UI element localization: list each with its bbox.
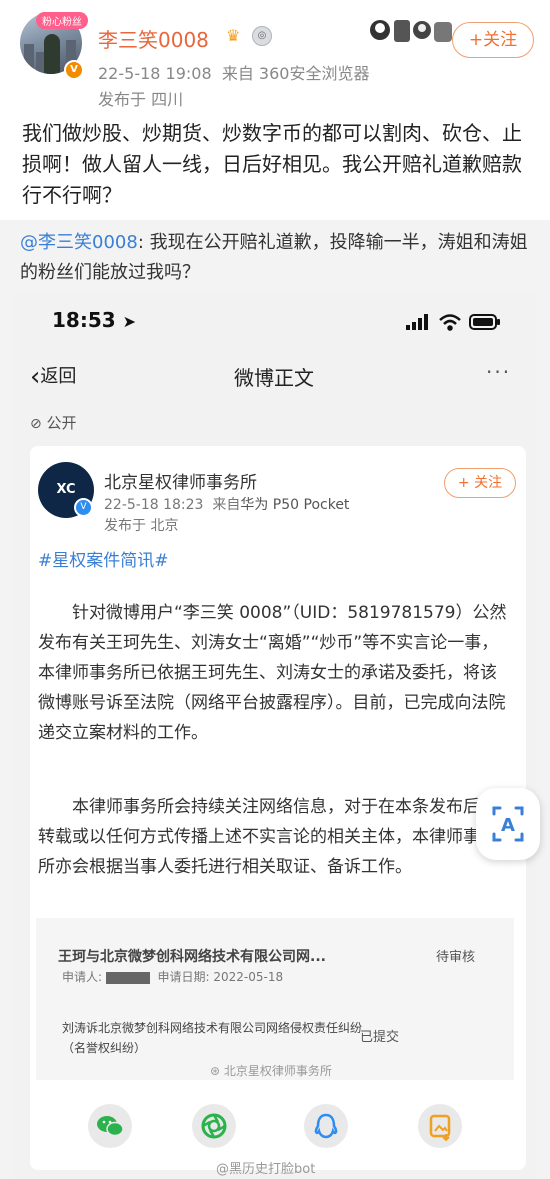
mention-link[interactable]: @李三笑0008 [20, 232, 138, 253]
image-watermark: ⊛ 北京星权律师事务所 [210, 1064, 332, 1078]
post-meta-time: 22-5-18 19:08 来自 360安全浏览器 [98, 64, 370, 83]
weibo-icon: ⊛ [210, 1064, 221, 1078]
chevron-left-icon: ‹ [30, 362, 41, 392]
moments-icon[interactable] [192, 1104, 236, 1148]
save-image-icon[interactable] [418, 1104, 462, 1148]
fan-badge: 粉心粉丝 [36, 12, 88, 29]
topic-link[interactable]: #星权案件简讯# [38, 546, 169, 571]
sticker-icon [370, 20, 452, 42]
svg-text:A: A [501, 815, 515, 836]
lawyer-location: 发布于 北京 [104, 518, 179, 534]
signal-icon [406, 314, 428, 330]
medal-icon: ◎ [252, 26, 272, 46]
username[interactable]: 李三笑0008 [98, 24, 209, 53]
globe-icon: ⊘ [30, 416, 42, 432]
battery-icon [469, 314, 500, 330]
avatar-person [44, 34, 60, 74]
lawyer-meta: 22-5-18 18:23 来自华为 P50 Pocket [104, 497, 350, 513]
post-location: 发布于 四川 [98, 90, 184, 109]
wifi-icon [439, 314, 461, 331]
statement-paragraph-2: 本律师事务所会持续关注网络信息，对于在本条发布后仍转载或以任何方式传播上述不实言… [38, 797, 497, 877]
scan-text-icon: A [492, 806, 524, 842]
page-watermark: @黑历史打脸bot [216, 1162, 316, 1177]
verified-icon: V [64, 60, 84, 80]
statement-paragraph-1: 针对微博用户“李三笑 0008”（UID：5819781579）公然发布有关王珂… [38, 603, 507, 743]
repost-text: @李三笑0008: 我现在公开赔礼道歉，投降输一半，涛姐和涛姐的粉丝们能放过我吗… [20, 232, 528, 283]
lawyer-name[interactable]: 北京星权律师事务所 [104, 468, 257, 493]
follow-button[interactable]: + 关注 [444, 468, 516, 498]
page-title: 微博正文 [234, 366, 314, 390]
wechat-icon[interactable] [88, 1104, 132, 1148]
case-status: 已提交 [360, 1030, 400, 1045]
status-icons [406, 314, 500, 331]
more-icon[interactable]: ··· [486, 360, 511, 384]
follow-button[interactable]: +关注 [452, 22, 534, 58]
case-title: 刘涛诉北京微梦创科网络技术有限公司网络侵权责任纠纷（名誉权纠纷） [62, 1021, 363, 1055]
status-time: 18:53 ➤ [52, 308, 137, 332]
case-meta: 申请人: 申请日期: 2022-05-18 [62, 970, 284, 984]
post-text: 我们做炒股、炒期货、炒数字币的都可以割肉、砍仓、止损啊！做人留人一线，日后好相见… [22, 121, 522, 207]
back-button[interactable]: ‹返回 [30, 362, 76, 392]
visibility-label: ⊘ 公开 [30, 414, 77, 432]
lens-button[interactable]: A [476, 788, 540, 860]
redacted-block [105, 971, 150, 984]
location-arrow-icon: ➤ [122, 312, 137, 331]
case-status: 待审核 [436, 950, 476, 965]
verified-icon: V [74, 498, 93, 517]
crown-icon: ♛ [226, 26, 241, 45]
qq-icon[interactable] [304, 1104, 348, 1148]
case-title: 王珂与北京微梦创科网络技术有限公司网... [58, 949, 326, 965]
